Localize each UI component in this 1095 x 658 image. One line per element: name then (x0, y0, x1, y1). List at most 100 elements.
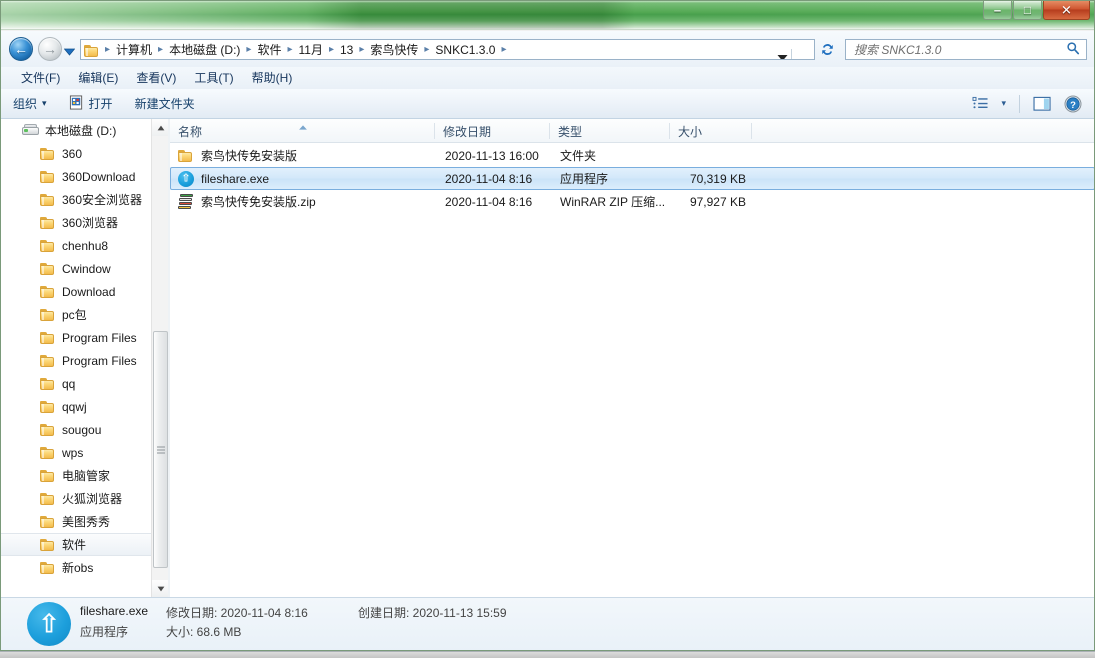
file-list-pane[interactable]: 名称 修改日期 类型 大小 索鸟快传免安装版 2020-11-13 16:00 文件… (170, 119, 1095, 597)
scroll-down-button[interactable] (152, 580, 168, 597)
taskbar[interactable] (0, 651, 1095, 658)
tree-item-0[interactable]: 360 (0, 142, 168, 165)
tree-item-16[interactable]: 美图秀秀 (0, 510, 168, 533)
file-type-cell: 应用程序 (560, 172, 609, 186)
tree-item-label: 火狐浏览器 (62, 492, 123, 506)
navigation-pane[interactable]: 本地磁盘 (D:) 360 360Download 360安全浏览器 360浏览器 che… (0, 119, 168, 597)
toolbar-divider (1019, 94, 1020, 113)
tree-item-11[interactable]: qqwj (0, 395, 168, 418)
recent-pages-dropdown-button[interactable] (63, 45, 76, 56)
menu-item-3[interactable]: 工具(T) (185, 70, 242, 86)
menu-item-1[interactable]: 编辑(E) (69, 70, 127, 86)
tree-item-3[interactable]: 360浏览器 (0, 211, 168, 234)
column-header-date[interactable]: 修改日期 (435, 119, 550, 143)
column-header-type[interactable]: 类型 (550, 119, 670, 143)
tree-item-9[interactable]: Program Files (0, 349, 168, 372)
titlebar-glass-highlight (0, 0, 1095, 3)
folder-icon (40, 515, 56, 529)
tree-item-8[interactable]: Program Files (0, 326, 168, 349)
file-row[interactable]: 索鸟快传免安装版 2020-11-13 16:00 文件夹 (170, 144, 1095, 167)
tree-item-label: 新obs (62, 561, 94, 575)
tree-item-7[interactable]: pc包 (0, 303, 168, 326)
tree-item-18[interactable]: 新obs (0, 556, 168, 579)
tree-item-6[interactable]: Download (0, 280, 168, 303)
organize-button[interactable]: 组织 ▾ (4, 93, 56, 115)
breadcrumb-item-5[interactable]: 索鸟快传 (368, 40, 420, 59)
folder-icon (40, 147, 56, 161)
breadcrumb-item-3[interactable]: 11月 (296, 40, 324, 59)
breadcrumb-separator[interactable]: ▸ (420, 44, 433, 55)
folder-icon (40, 377, 56, 391)
column-header-size[interactable]: 大小 (670, 119, 752, 143)
tree-item-label: 美图秀秀 (62, 515, 111, 529)
address-bar[interactable]: ▸ 计算机 ▸ 本地磁盘 (D:) ▸ 软件 ▸ 11月 ▸ 13 ▸ 索鸟快传 ▸ SNKC1.3.0… (80, 39, 815, 60)
preview-pane-button[interactable] (1028, 93, 1057, 115)
folder-icon (40, 423, 56, 437)
folder-icon (40, 331, 56, 345)
file-row[interactable]: ⇧ fileshare.exe 2020-11-04 8:16 应用程序 70,319 … (170, 167, 1095, 190)
title-bar[interactable]: – □ ✕ (0, 0, 1095, 30)
breadcrumb-separator[interactable]: ▸ (101, 44, 114, 55)
close-button[interactable]: ✕ (1043, 0, 1090, 20)
tree-item-14[interactable]: 电脑管家 (0, 464, 168, 487)
folder-icon (40, 446, 56, 460)
tree-item-13[interactable]: wps (0, 441, 168, 464)
view-dropdown-button[interactable]: ▾ (996, 93, 1011, 115)
tree-item-10[interactable]: qq (0, 372, 168, 395)
back-arrow-icon: ← (14, 41, 28, 57)
refresh-icon (821, 44, 833, 55)
search-box[interactable]: 搜索 SNKC1.3.0 (845, 39, 1087, 60)
column-header-name[interactable]: 名称 (170, 119, 435, 143)
tree-item-12[interactable]: sougou (0, 418, 168, 441)
scrollbar-thumb[interactable] (153, 331, 168, 568)
menu-item-2[interactable]: 查看(V) (127, 70, 185, 86)
breadcrumb-separator[interactable]: ▸ (283, 44, 296, 55)
maximize-button[interactable]: □ (1013, 0, 1042, 20)
forward-button[interactable]: → (38, 37, 62, 61)
navigation-pane-scrollbar[interactable] (151, 119, 168, 597)
breadcrumb-separator[interactable]: ▸ (242, 44, 255, 55)
breadcrumb-separator[interactable]: ▸ (325, 44, 338, 55)
file-type-cell: WinRAR ZIP 压缩... (560, 195, 666, 209)
breadcrumb-separator[interactable]: ▸ (497, 44, 510, 55)
chevron-up-icon (157, 125, 164, 130)
tree-item-1[interactable]: 360Download (0, 165, 168, 188)
file-date-cell: 2020-11-13 16:00 (445, 148, 539, 163)
folder-icon (40, 308, 56, 322)
back-button[interactable]: ← (9, 37, 33, 61)
menu-item-0[interactable]: 文件(F) (12, 70, 69, 86)
refresh-button[interactable] (816, 39, 838, 60)
tree-item-17[interactable]: 软件 (0, 533, 168, 556)
details-size: 大小: 68.6 MB (166, 625, 242, 639)
breadcrumb-item-6[interactable]: SNKC1.3.0 (433, 40, 497, 59)
tree-item-local-disk-d[interactable]: 本地磁盘 (D:) (0, 119, 168, 142)
tree-item-2[interactable]: 360安全浏览器 (0, 188, 168, 211)
scroll-up-button[interactable] (152, 119, 168, 136)
folder-icon (40, 170, 56, 184)
change-view-button[interactable] (967, 93, 994, 115)
breadcrumb-separator[interactable]: ▸ (355, 44, 368, 55)
exe-icon: ⇧ (178, 170, 194, 187)
folder-icon (40, 492, 56, 506)
new-folder-button[interactable]: 新建文件夹 (126, 93, 204, 115)
file-row[interactable]: 索鸟快传免安装版.zip 2020-11-04 8:16 WinRAR ZIP 压缩… (170, 190, 1095, 213)
tree-item-15[interactable]: 火狐浏览器 (0, 487, 168, 510)
help-button[interactable]: ? (1059, 93, 1087, 115)
breadcrumb-item-0[interactable]: 计算机 (114, 40, 154, 59)
search-input[interactable]: 搜索 SNKC1.3.0 (854, 41, 1066, 58)
open-button[interactable]: 打开 (60, 93, 122, 115)
tree-item-label: chenhu8 (62, 238, 109, 253)
breadcrumb-item-2[interactable]: 软件 (255, 40, 283, 59)
search-icon[interactable] (1066, 41, 1080, 58)
address-history-dropdown[interactable] (777, 51, 788, 59)
menu-item-4[interactable]: 帮助(H) (243, 70, 302, 86)
new-folder-label: 新建文件夹 (134, 97, 195, 111)
minimize-button[interactable]: – (983, 0, 1012, 20)
tree-item-4[interactable]: chenhu8 (0, 234, 168, 257)
folder-icon (40, 262, 56, 276)
address-divider (791, 49, 792, 59)
breadcrumb-item-1[interactable]: 本地磁盘 (D:) (167, 40, 242, 59)
tree-item-5[interactable]: Cwindow (0, 257, 168, 280)
breadcrumb-item-4[interactable]: 13 (338, 40, 355, 59)
breadcrumb-separator[interactable]: ▸ (154, 44, 167, 55)
